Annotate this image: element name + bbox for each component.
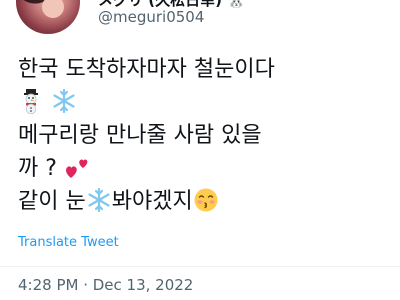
translate-tweet-link[interactable]: Translate Tweet [18, 235, 119, 250]
tweet-line-4: 까 ? [18, 152, 388, 185]
snowflake-icon [88, 187, 110, 213]
tweet-line-3: 메구리랑 만나줄 사람 있을 [18, 119, 388, 152]
author-handle[interactable]: @meguri0504 [98, 8, 204, 26]
tweet-line-5-text-b: 봐야겠지 [111, 189, 193, 214]
snowman-icon [24, 89, 38, 114]
tweet-line-3-text: 메구리랑 만나줄 사람 있을 [18, 123, 262, 148]
tweet-timestamp[interactable]: 4:28 PM · Dec 13, 2022 [18, 276, 193, 294]
tweet-line-1: 한국 도착하자마자 철눈이다 [18, 53, 388, 86]
more-options-button[interactable]: ··· [290, 0, 310, 6]
tweet-text: 한국 도착하자마자 철눈이다 메구리랑 만나줄 사람 있을 까 ? 같이 눈 봐… [18, 53, 388, 218]
tweet-line-1-text: 한국 도착하자마자 철눈이다 [18, 57, 275, 82]
snowflake-icon [53, 88, 75, 114]
tweet-line-2 [18, 86, 388, 119]
tweet-line-4-text: 까 ? [18, 156, 57, 181]
tweet-line-5: 같이 눈 봐야겠지 [18, 185, 388, 218]
two-hearts-icon [65, 159, 88, 178]
divider [0, 266, 400, 267]
avatar[interactable] [16, 0, 80, 34]
kissing-face-icon [194, 188, 218, 212]
tweet-line-5-text-a: 같이 눈 [18, 189, 86, 214]
